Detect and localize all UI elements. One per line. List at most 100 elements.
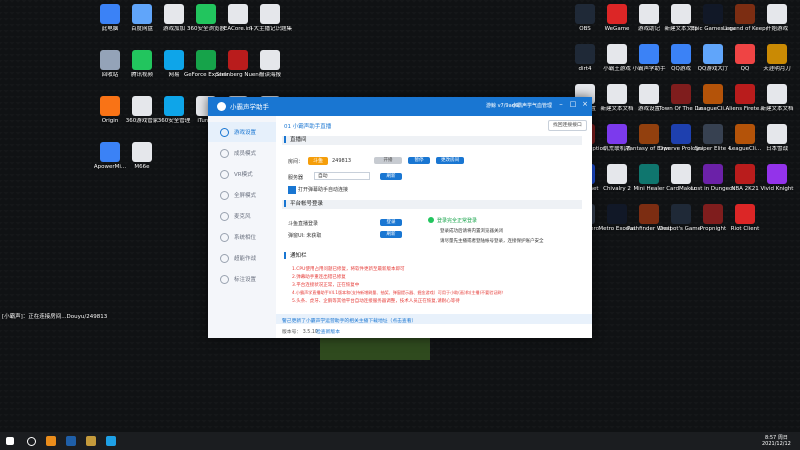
app-icon xyxy=(607,4,627,24)
pause-button[interactable]: 暂停 xyxy=(408,157,430,164)
sidebar-item-combat[interactable]: 超能作战 xyxy=(208,248,276,268)
app-icon xyxy=(639,164,659,184)
microphone-icon xyxy=(220,212,229,221)
taskbar-app-icon[interactable] xyxy=(86,436,96,446)
sidebar-item-label: 成员模式 xyxy=(234,151,257,157)
app-icon xyxy=(607,44,627,64)
main-panel: 01 小霸声助手直播 找回连接接口 直播间 房间： 斗鱼 249813 开播 暂… xyxy=(276,116,592,338)
auto-connect-label: 打开弹幕助手自动连接 xyxy=(298,187,349,193)
sidebar-item-phase[interactable]: 系统相位 xyxy=(208,227,276,247)
check-update-link[interactable]: 检查新版本 xyxy=(316,328,340,335)
desktop-icon-label: 斗大主播记识题集 xyxy=(248,26,292,32)
app-icon xyxy=(703,164,723,184)
desktop-icon-label: M66e xyxy=(134,164,150,170)
taskbar-app-icon[interactable] xyxy=(66,436,76,446)
fullscreen-icon xyxy=(220,191,229,200)
app-icon xyxy=(735,44,755,64)
sidebar-item-label: 游戏设置 xyxy=(234,130,257,136)
section-title: 平台帐号登录 xyxy=(290,201,324,207)
login-button[interactable]: 登录 xyxy=(380,219,402,226)
taskbar-app-icon[interactable] xyxy=(46,436,56,446)
app-icon xyxy=(132,4,152,24)
sidebar-item-label: 麦克风 xyxy=(234,214,251,220)
close-button[interactable]: × xyxy=(580,100,590,108)
search-icon[interactable] xyxy=(27,437,36,446)
douyu-logo: 斗鱼 xyxy=(308,157,328,165)
desktop-icon[interactable]: 日本雪战 xyxy=(755,124,799,153)
section-live-room: 直播间 xyxy=(282,136,582,145)
taskbar-clock[interactable]: 8:57 周日 2021/12/12 xyxy=(762,435,791,447)
server-label: 服务器 xyxy=(288,175,304,181)
app-icon xyxy=(132,142,152,162)
desktop-icon[interactable]: 报读海报 xyxy=(248,50,292,79)
app-logo-icon xyxy=(217,102,226,111)
app-icon xyxy=(671,4,691,24)
desktop-icon[interactable]: 斗大主播记识题集 xyxy=(248,4,292,33)
notice-item: 2.弹幕助手重连出错已修复 xyxy=(292,275,346,280)
app-icon xyxy=(671,124,691,144)
user-role[interactable]: 小霸声学气血管理 xyxy=(512,102,552,109)
app-icon xyxy=(703,4,723,24)
phase-icon xyxy=(220,233,229,242)
windows-start-icon[interactable] xyxy=(6,437,14,445)
app-icon xyxy=(100,142,120,162)
minimize-button[interactable]: – xyxy=(556,100,566,108)
window-title: 小霸声学助手 xyxy=(230,103,269,111)
auto-connect-checkbox[interactable] xyxy=(288,186,296,194)
app-icon xyxy=(100,4,120,24)
app-icon xyxy=(735,204,755,224)
room-label: 房间： xyxy=(288,159,304,165)
app-icon xyxy=(671,84,691,104)
maximize-button[interactable]: □ xyxy=(568,100,578,108)
app-icon xyxy=(735,124,755,144)
footer-notice-link[interactable]: 警己更新了小霸声学运营助手的相关主播下载地址（点击查看） xyxy=(282,317,416,324)
app-icon xyxy=(671,44,691,64)
section-notice: 通知栏 xyxy=(282,252,582,261)
desktop-icon[interactable]: Vivid Knight xyxy=(755,164,799,193)
app-icon xyxy=(767,4,787,24)
app-icon xyxy=(132,50,152,70)
notice-item: 4.小霸声学直播助手V4.1版本和(支持新增刷量、抽奖、弹窗提示器、掘金游戏）可… xyxy=(292,290,506,295)
go-live-button[interactable]: 开播 xyxy=(374,157,402,164)
stream-overlay-text: [小霸声]：正在连接房间...Douyu/249813 xyxy=(2,314,108,320)
desktop-icon[interactable]: 开始游戏 xyxy=(755,4,799,33)
desktop-icon[interactable]: 新建文本文档 xyxy=(755,84,799,113)
app-icon xyxy=(164,96,184,116)
page-title: 01 小霸声助手直播 xyxy=(284,124,332,130)
sidebar-item-game-settings[interactable]: 游戏设置 xyxy=(208,122,276,142)
sidebar-item-member-mode[interactable]: 成员模式 xyxy=(208,143,276,163)
app-icon xyxy=(639,124,659,144)
section-account: 平台帐号登录 xyxy=(282,200,582,209)
sidebar-item-annotation[interactable]: 标注设置 xyxy=(208,269,276,289)
desktop-icon[interactable]: 天涯明月刀 xyxy=(755,44,799,73)
refresh-server-button[interactable]: 刷新 xyxy=(380,173,402,180)
section-title: 直播间 xyxy=(290,137,307,143)
recover-connection-button[interactable]: 找回连接接口 xyxy=(548,120,587,131)
member-icon xyxy=(220,149,229,158)
account-status: 登录完全正常登录 xyxy=(437,218,478,224)
notice-item: 1.CPU使用占用问题已修复，将软件更新至最新版本即可 xyxy=(292,267,405,272)
title-bar: 小霸声学助手 游鲸 v7/9ad6 小霸声学气血管理 – □ × xyxy=(208,97,592,116)
app-icon xyxy=(100,96,120,116)
app-icon xyxy=(228,4,248,24)
desktop-icon[interactable]: M66e xyxy=(120,142,164,171)
app-icon xyxy=(607,84,627,104)
vr-icon xyxy=(220,170,229,179)
change-room-button[interactable]: 更改房间 xyxy=(436,157,464,164)
app-icon xyxy=(100,50,120,70)
sidebar-item-microphone[interactable]: 麦克风 xyxy=(208,206,276,226)
app-icon xyxy=(575,4,595,24)
taskbar-app-icon[interactable] xyxy=(106,436,116,446)
notice-item: 5.头条、虎牙、企鹅等其他平台自动连接服务器调整，技术人员正在恢复,请耐心等待 xyxy=(292,299,460,304)
app-icon xyxy=(767,124,787,144)
sidebar-item-vr-mode[interactable]: VR模式 xyxy=(208,164,276,184)
app-icon xyxy=(639,4,659,24)
room-id: 249813 xyxy=(332,158,352,164)
sidebar-item-fullscreen[interactable]: 全屏模式 xyxy=(208,185,276,205)
server-select[interactable]: 自动 xyxy=(314,172,370,180)
refresh-popup-button[interactable]: 刷新 xyxy=(380,231,402,238)
desktop-icon-label: 日本雪战 xyxy=(765,146,788,152)
app-icon xyxy=(703,84,723,104)
app-icon xyxy=(671,164,691,184)
desktop-icon[interactable]: Riot Client xyxy=(723,204,767,233)
